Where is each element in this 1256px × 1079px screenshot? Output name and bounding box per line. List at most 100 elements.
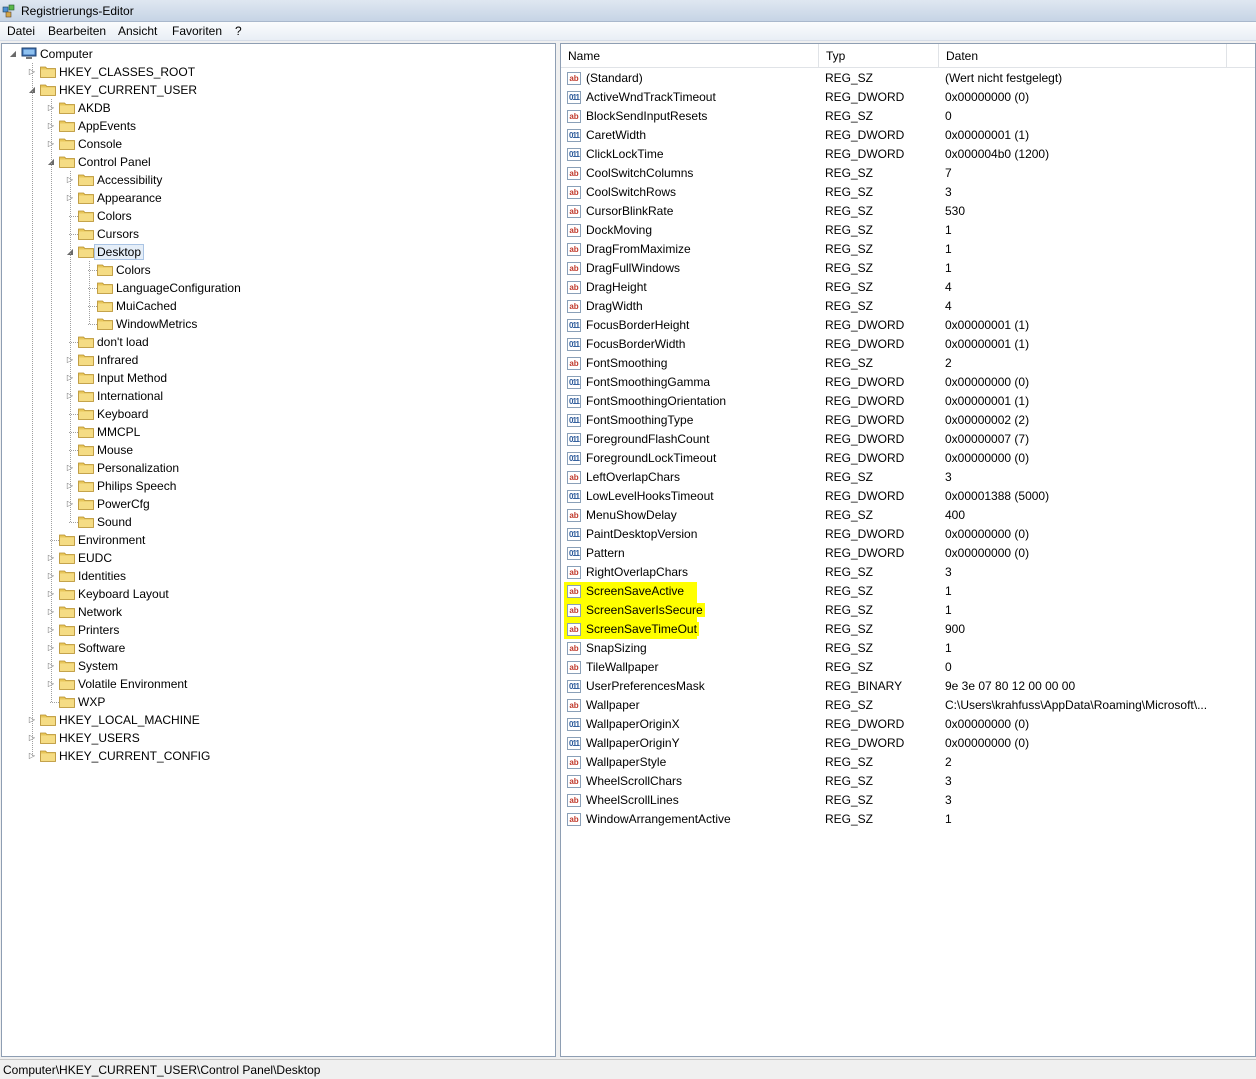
value-row[interactable]: ab DragHeight REG_SZ 4 (561, 278, 1255, 297)
tree-node[interactable]: ▷ Printers (2, 621, 555, 639)
menu-bearbeiten[interactable]: Bearbeiten (48, 24, 106, 38)
tree-node[interactable]: ▷ HKEY_CURRENT_CONFIG (2, 747, 555, 765)
tree-node[interactable]: ▷ AppEvents (2, 117, 555, 135)
tree-node[interactable]: ▷ Appearance (2, 189, 555, 207)
tree-node-label[interactable]: Mouse (97, 443, 133, 457)
value-row[interactable]: ab ScreenSaverIsSecure REG_SZ 1 (561, 601, 1255, 620)
value-row[interactable]: ab WallpaperStyle REG_SZ 2 (561, 753, 1255, 772)
tree-node-label[interactable]: Environment (78, 533, 145, 547)
value-row[interactable]: 011 ClickLockTime REG_DWORD 0x000004b0 (120… (561, 145, 1255, 164)
menu-favoriten[interactable]: Favoriten (172, 24, 222, 38)
menu-datei[interactable]: Datei (7, 24, 35, 38)
value-row[interactable]: ab WheelScrollChars REG_SZ 3 (561, 772, 1255, 791)
tree-node-label[interactable]: AppEvents (78, 119, 136, 133)
tree-node[interactable]: ▷ Console (2, 135, 555, 153)
value-row[interactable]: 011 CaretWidth REG_DWORD 0x00000001 (1) (561, 126, 1255, 145)
value-row[interactable]: 011 ForegroundLockTimeout REG_DWORD 0x00000… (561, 449, 1255, 468)
tree-node[interactable]: WindowMetrics (2, 315, 555, 333)
tree-node-label[interactable]: HKEY_CURRENT_USER (59, 83, 197, 97)
tree-node[interactable]: ▷ PowerCfg (2, 495, 555, 513)
tree-node-label[interactable]: Computer (40, 47, 93, 61)
tree-node-label[interactable]: International (97, 389, 163, 403)
tree-node[interactable]: Colors (2, 207, 555, 225)
tree-node[interactable]: ▷ EUDC (2, 549, 555, 567)
tree-node[interactable]: Sound (2, 513, 555, 531)
tree-node-label[interactable]: System (78, 659, 118, 673)
tree-node[interactable]: ▷ Software (2, 639, 555, 657)
value-row[interactable]: ab (Standard) REG_SZ (Wert nicht festgelegt… (561, 69, 1255, 88)
value-row[interactable]: ab FontSmoothing REG_SZ 2 (561, 354, 1255, 373)
value-row[interactable]: ab DragWidth REG_SZ 4 (561, 297, 1255, 316)
tree-node-label[interactable]: Software (78, 641, 125, 655)
column-header-data[interactable]: Daten (939, 44, 1227, 68)
tree-node-label[interactable]: LanguageConfiguration (116, 281, 241, 295)
value-row[interactable]: ab CoolSwitchRows REG_SZ 3 (561, 183, 1255, 202)
tree-node-label[interactable]: Input Method (97, 371, 167, 385)
value-row[interactable]: ab DragFullWindows REG_SZ 1 (561, 259, 1255, 278)
tree-node[interactable]: ▷ Keyboard Layout (2, 585, 555, 603)
value-row[interactable]: ab DragFromMaximize REG_SZ 1 (561, 240, 1255, 259)
value-row[interactable]: 011 UserPreferencesMask REG_BINARY 9e 3e 07… (561, 677, 1255, 696)
value-row[interactable]: ab CursorBlinkRate REG_SZ 530 (561, 202, 1255, 221)
tree-node-label[interactable]: Printers (78, 623, 119, 637)
tree-node-label[interactable]: Identities (78, 569, 126, 583)
tree-node[interactable]: ▷ Identities (2, 567, 555, 585)
tree-node-label[interactable]: HKEY_USERS (59, 731, 140, 745)
value-row[interactable]: 011 WallpaperOriginY REG_DWORD 0x00000000 (… (561, 734, 1255, 753)
tree-node[interactable]: ▷ System (2, 657, 555, 675)
tree-node[interactable]: ▷ Philips Speech (2, 477, 555, 495)
value-row[interactable]: ab TileWallpaper REG_SZ 0 (561, 658, 1255, 677)
column-header-name[interactable]: Name (561, 44, 819, 68)
tree-node-label[interactable]: Keyboard Layout (78, 587, 169, 601)
value-row[interactable]: ab DockMoving REG_SZ 1 (561, 221, 1255, 240)
value-row[interactable]: ab BlockSendInputResets REG_SZ 0 (561, 107, 1255, 126)
tree-node-label[interactable]: Desktop (93, 244, 145, 260)
menu-help[interactable]: ? (235, 24, 242, 38)
value-row[interactable]: ab ScreenSaveActive REG_SZ 1 (561, 582, 1255, 601)
tree-node[interactable]: ▷ Input Method (2, 369, 555, 387)
tree-node[interactable]: Cursors (2, 225, 555, 243)
tree-node-label[interactable]: don't load (97, 335, 149, 349)
tree-node[interactable]: ▷ HKEY_LOCAL_MACHINE (2, 711, 555, 729)
value-row[interactable]: 011 LowLevelHooksTimeout REG_DWORD 0x000013… (561, 487, 1255, 506)
tree-node-label[interactable]: Philips Speech (97, 479, 176, 493)
value-row[interactable]: ab Wallpaper REG_SZ C:\Users\krahfuss\AppDa… (561, 696, 1255, 715)
tree-node[interactable]: Mouse (2, 441, 555, 459)
tree-node[interactable]: ◢ Desktop (2, 243, 555, 261)
tree-node-label[interactable]: Network (78, 605, 122, 619)
tree-node-label[interactable]: Accessibility (97, 173, 162, 187)
collapse-arrow-icon[interactable]: ◢ (8, 45, 18, 63)
tree-node[interactable]: Colors (2, 261, 555, 279)
tree-node-label[interactable]: Sound (97, 515, 132, 529)
tree-node-label[interactable]: Colors (97, 209, 132, 223)
tree-node[interactable]: ◢ HKEY_CURRENT_USER (2, 81, 555, 99)
value-row[interactable]: ab ScreenSaveTimeOut REG_SZ 900 (561, 620, 1255, 639)
value-row[interactable]: 011 FontSmoothingGamma REG_DWORD 0x00000000… (561, 373, 1255, 392)
value-row[interactable]: 011 FocusBorderWidth REG_DWORD 0x00000001 (… (561, 335, 1255, 354)
tree-node[interactable]: ▷ Volatile Environment (2, 675, 555, 693)
tree-node-label[interactable]: HKEY_LOCAL_MACHINE (59, 713, 200, 727)
tree-node[interactable]: WXP (2, 693, 555, 711)
key-tree-pane[interactable]: ◢ Computer ▷ HKEY_CLASSES_ROOT ◢ HKEY_CURRENT… (1, 43, 556, 1057)
values-list-pane[interactable]: Name Typ Daten ab (Standard) REG_SZ (Wert n… (560, 43, 1256, 1057)
title-bar[interactable]: Registrierungs-Editor (0, 0, 1256, 22)
tree-node-label[interactable]: Infrared (97, 353, 138, 367)
tree-node-label[interactable]: WindowMetrics (116, 317, 197, 331)
tree-node-label[interactable]: PowerCfg (97, 497, 150, 511)
tree-node-label[interactable]: Keyboard (97, 407, 148, 421)
value-row[interactable]: ab CoolSwitchColumns REG_SZ 7 (561, 164, 1255, 183)
value-row[interactable]: 011 FontSmoothingType REG_DWORD 0x00000002 … (561, 411, 1255, 430)
tree-node[interactable]: ▷ International (2, 387, 555, 405)
tree-node[interactable]: ▷ HKEY_CLASSES_ROOT (2, 63, 555, 81)
value-row[interactable]: ab LeftOverlapChars REG_SZ 3 (561, 468, 1255, 487)
tree-node-label[interactable]: HKEY_CLASSES_ROOT (59, 65, 195, 79)
tree-node[interactable]: ▷ Network (2, 603, 555, 621)
tree-node-label[interactable]: Console (78, 137, 122, 151)
tree-node[interactable]: ▷ Personalization (2, 459, 555, 477)
tree-node[interactable]: ▷ AKDB (2, 99, 555, 117)
tree-node-label[interactable]: WXP (78, 695, 105, 709)
value-row[interactable]: 011 WallpaperOriginX REG_DWORD 0x00000000 (… (561, 715, 1255, 734)
tree-node-label[interactable]: Volatile Environment (78, 677, 187, 691)
tree-node[interactable]: MuiCached (2, 297, 555, 315)
value-row[interactable]: ab WheelScrollLines REG_SZ 3 (561, 791, 1255, 810)
